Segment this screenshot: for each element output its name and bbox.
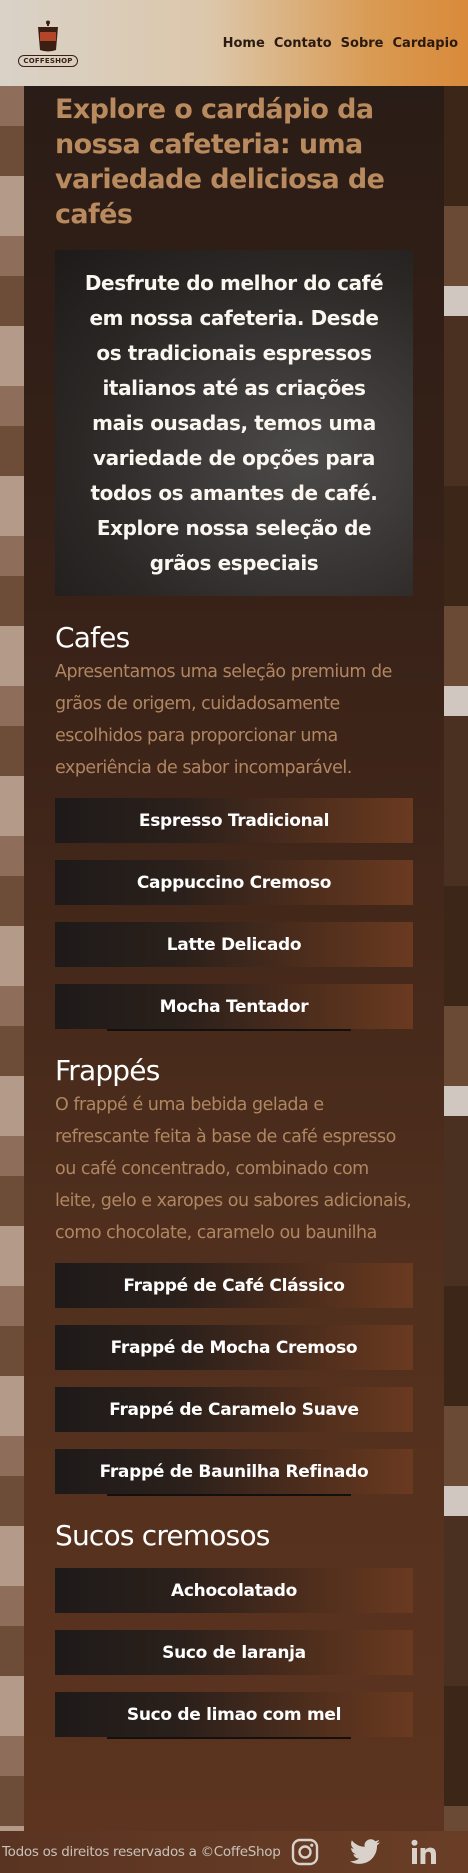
linkedin-icon[interactable]: [411, 1839, 437, 1865]
section-title-sucos: Sucos cremosos: [55, 1519, 270, 1552]
menu-item[interactable]: Frappé de Café Clássico: [55, 1263, 413, 1308]
nav-home[interactable]: Home: [223, 36, 265, 51]
section-description-cafes: Apresentamos uma seleção premium de grão…: [55, 662, 392, 778]
wood-plank-left: [0, 86, 24, 1831]
copyright-text: Todos os direitos reservados a ©CoffeSho…: [2, 1844, 281, 1860]
section-title-cafes: Cafes: [55, 621, 130, 654]
main-nav: Home Contato Sobre Cardapio: [223, 36, 458, 51]
page-title: Explore o cardápio da nossa cafeteria: u…: [55, 94, 385, 230]
intro-box: Desfrute do melhor do café em nossa cafe…: [55, 250, 413, 596]
cafes-list: Espresso Tradicional Cappuccino Cremoso …: [55, 798, 413, 1031]
menu-item[interactable]: Cappuccino Cremoso: [55, 860, 413, 905]
site-header: COFFESHOP Home Contato Sobre Cardapio: [0, 0, 468, 86]
menu-item[interactable]: Achocolatado: [55, 1568, 413, 1613]
nav-cardapio[interactable]: Cardapio: [393, 36, 459, 51]
site-footer: Todos os direitos reservados a ©CoffeSho…: [0, 1831, 468, 1873]
wood-plank-right: [444, 86, 468, 1831]
menu-item[interactable]: Espresso Tradicional: [55, 798, 413, 843]
social-links: [291, 1838, 437, 1866]
menu-item[interactable]: Mocha Tentador: [55, 984, 413, 1031]
instagram-icon[interactable]: [291, 1838, 319, 1866]
twitter-icon[interactable]: [349, 1838, 381, 1866]
menu-item[interactable]: Suco de limao com mel: [55, 1692, 413, 1739]
nav-sobre[interactable]: Sobre: [341, 36, 384, 51]
menu-item[interactable]: Frappé de Mocha Cremoso: [55, 1325, 413, 1370]
logo-text: COFFESHOP: [18, 55, 78, 67]
nav-contato[interactable]: Contato: [274, 36, 332, 51]
menu-item[interactable]: Frappé de Caramelo Suave: [55, 1387, 413, 1432]
menu-item[interactable]: Frappé de Baunilha Refinado: [55, 1449, 413, 1496]
menu-item[interactable]: Latte Delicado: [55, 922, 413, 967]
coffeshop-logo[interactable]: COFFESHOP: [18, 19, 78, 67]
sucos-list: Achocolatado Suco de laranja Suco de lim…: [55, 1568, 413, 1739]
section-title-frappes: Frappés: [55, 1054, 160, 1087]
section-description-frappes: O frappé é uma bebida gelada e refrescan…: [55, 1095, 412, 1243]
intro-text: Desfrute do melhor do café em nossa cafe…: [84, 270, 384, 575]
menu-item[interactable]: Suco de laranja: [55, 1630, 413, 1675]
frappes-list: Frappé de Café Clássico Frappé de Mocha …: [55, 1263, 413, 1496]
coffee-cup-logo-icon: [38, 20, 58, 52]
menu-content: Explore o cardápio da nossa cafeteria: u…: [24, 86, 444, 1831]
